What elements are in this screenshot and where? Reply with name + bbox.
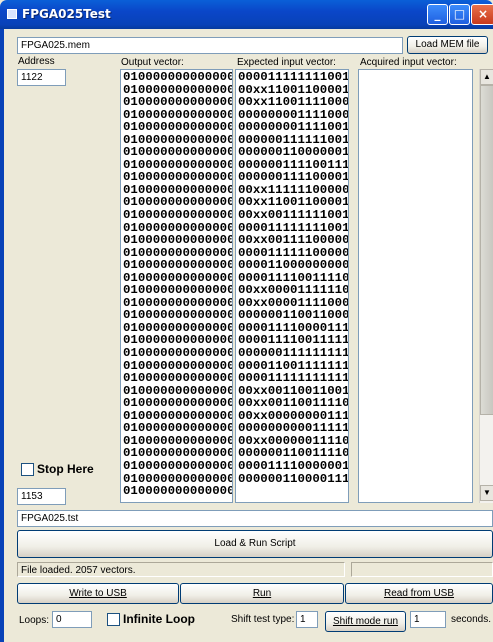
vector-row[interactable]: 0000111111111111: [236, 372, 348, 385]
title-bar: FPGA025Test _ □ ×: [0, 0, 493, 29]
vector-row[interactable]: 0100000000000000: [121, 347, 232, 360]
vector-row[interactable]: 00xx000011111100: [236, 284, 348, 297]
vector-row[interactable]: 0100000000000000: [121, 234, 232, 247]
stop-here-label: Stop Here: [37, 462, 94, 476]
acquired-vector-list[interactable]: [358, 69, 473, 503]
address-label: Address: [18, 56, 55, 67]
address-start-field[interactable]: 1122: [17, 69, 66, 86]
vector-row[interactable]: 00xx001111110011: [236, 209, 348, 222]
vector-row[interactable]: 0000000000111111: [236, 422, 348, 435]
vector-row[interactable]: 0000000011110011: [236, 121, 348, 134]
expected-vector-rows: 0000111111110011 00xx110011000011 00xx1100…: [236, 71, 348, 486]
loops-label: Loops:: [19, 615, 50, 626]
vector-row[interactable]: 0100000000000000: [121, 96, 232, 109]
vector-scrollbar[interactable]: ▲ ▼: [479, 69, 493, 503]
status-message: File loaded. 2057 vectors.: [17, 562, 345, 577]
shift-mode-run-button[interactable]: Shift mode run: [325, 611, 406, 632]
output-vector-list[interactable]: 0100000000000000 0100000000000000 01000000…: [120, 69, 233, 503]
vector-row[interactable]: 0100000000000000: [121, 460, 232, 473]
vector-row[interactable]: 0100000000000000: [121, 121, 232, 134]
vector-row[interactable]: 0000001100000011: [236, 146, 348, 159]
vector-row[interactable]: 0100000000000000: [121, 397, 232, 410]
vector-row[interactable]: 00xx001100111100: [236, 397, 348, 410]
scroll-down-arrow-icon[interactable]: ▼: [480, 485, 493, 501]
vector-row[interactable]: 00xx001111000000: [236, 234, 348, 247]
shift-test-label: Shift test type:: [231, 614, 295, 625]
stop-here-checkbox[interactable]: [21, 463, 34, 476]
scroll-up-arrow-icon[interactable]: ▲: [480, 69, 493, 85]
read-from-usb-button[interactable]: Read from USB: [345, 583, 493, 604]
output-vector-rows: 0100000000000000 0100000000000000 01000000…: [121, 71, 232, 498]
mem-filename-field[interactable]: FPGA025.mem: [17, 37, 403, 54]
run-button[interactable]: Run: [180, 583, 344, 604]
seconds-field[interactable]: 1: [410, 611, 446, 628]
vector-row[interactable]: 0000111100000011: [236, 460, 348, 473]
loops-field[interactable]: 0: [52, 611, 92, 628]
vector-row[interactable]: 0100000000000000: [121, 259, 232, 272]
vector-row[interactable]: 0000110000000000: [236, 259, 348, 272]
expected-vector-list[interactable]: 0000111111110011 00xx110011000011 00xx1100…: [235, 69, 349, 503]
window-frame-left: [0, 29, 4, 642]
vector-row[interactable]: 0000001111111111: [236, 347, 348, 360]
vector-row[interactable]: 0100000000000000: [121, 284, 232, 297]
vector-row[interactable]: 0000001100001111: [236, 472, 348, 486]
expected-vector-label: Expected input vector:: [237, 57, 336, 68]
acquired-vector-label: Acquired input vector:: [360, 57, 457, 68]
seconds-label: seconds.: [451, 614, 492, 625]
shift-test-field[interactable]: 1: [296, 611, 318, 628]
status-progress: [351, 562, 493, 577]
output-vector-label: Output vector:: [121, 57, 184, 68]
address-end-field[interactable]: 1153: [17, 488, 66, 505]
vector-row[interactable]: 0100000000000000: [121, 485, 232, 498]
vector-row[interactable]: 0100000000000000: [121, 209, 232, 222]
infinite-loop-label: Infinite Loop: [123, 612, 195, 626]
window-title: FPGA025Test: [22, 7, 111, 21]
vector-row[interactable]: 0100000000000000: [121, 146, 232, 159]
load-run-script-button[interactable]: Load & Run Script: [17, 530, 493, 558]
app-icon: [7, 9, 17, 19]
minimize-button[interactable]: _: [427, 4, 448, 25]
write-to-usb-button[interactable]: Write to USB: [17, 583, 179, 604]
maximize-button[interactable]: □: [449, 4, 470, 25]
scroll-thumb[interactable]: [480, 85, 493, 415]
vector-row[interactable]: 00xx110011110000: [236, 96, 348, 109]
vector-row[interactable]: 0100000000000000: [121, 422, 232, 435]
infinite-loop-checkbox[interactable]: [107, 613, 120, 626]
vector-row[interactable]: 0100000000000000: [121, 71, 232, 84]
close-button[interactable]: ×: [471, 4, 493, 25]
vector-row[interactable]: 0000111111110011: [236, 71, 348, 84]
load-mem-file-button[interactable]: Load MEM file: [407, 36, 488, 54]
script-filename-field[interactable]: FPGA025.tst: [17, 510, 493, 527]
vector-row[interactable]: 0100000000000000: [121, 372, 232, 385]
